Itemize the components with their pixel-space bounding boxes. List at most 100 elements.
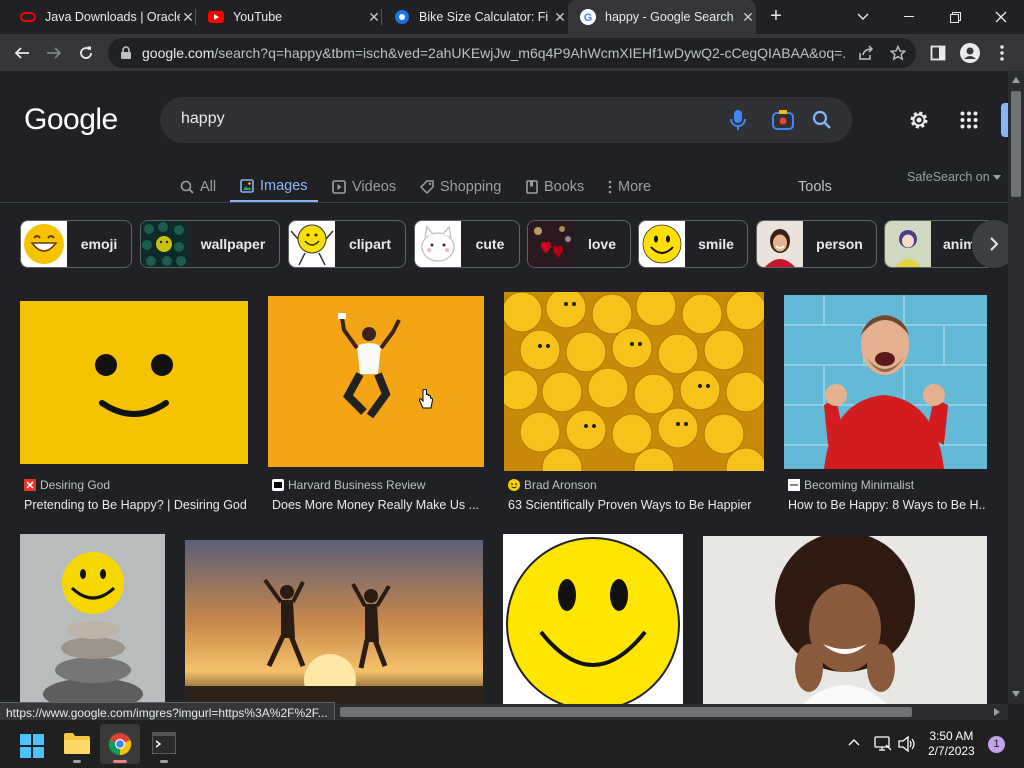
hbr-favicon	[272, 479, 284, 491]
result-image-yellow-smiley[interactable]	[20, 301, 248, 464]
restore-button[interactable]	[932, 0, 978, 34]
result-image-classic-smiley[interactable]	[503, 534, 683, 704]
result-image-jumping-man[interactable]	[268, 296, 484, 467]
chrome-taskbar-button[interactable]	[100, 724, 140, 764]
browser-menu-icon[interactable]	[990, 41, 1014, 65]
love-thumbnail	[528, 221, 574, 267]
close-tab-icon[interactable]: ✕	[180, 9, 196, 26]
result-source[interactable]: Brad Aronson	[508, 478, 597, 492]
tab-google-search[interactable]: G happy - Google Search ✕	[568, 0, 756, 34]
close-tab-icon[interactable]: ✕	[366, 9, 382, 26]
image-icon	[240, 178, 254, 193]
forward-arrow-icon[interactable]	[42, 41, 66, 65]
google-icon: G	[580, 9, 596, 25]
tab-search-chevron-icon[interactable]	[840, 0, 886, 34]
side-panel-icon[interactable]	[926, 41, 950, 65]
browser-toolbar: google.com/search?q=happy&tbm=isch&ved=2…	[0, 34, 1024, 71]
share-icon[interactable]	[858, 45, 874, 61]
chip-smile[interactable]: smile	[638, 220, 748, 268]
notification-badge[interactable]: 1	[988, 736, 1005, 753]
network-icon[interactable]	[874, 736, 892, 752]
system-clock[interactable]: 3:50 AM 2/7/2023	[928, 729, 975, 759]
chrome-icon	[108, 733, 132, 756]
horizontal-scroll-thumb[interactable]	[340, 707, 912, 717]
tools-button[interactable]: Tools	[798, 171, 832, 203]
tab-youtube[interactable]: YouTube ✕	[196, 0, 382, 34]
tab-bike-size-calculator[interactable]: Bike Size Calculator: Fi ✕	[382, 0, 568, 34]
file-explorer-icon[interactable]	[64, 732, 90, 763]
tab-label: Images	[260, 177, 308, 194]
excited-man-image	[784, 295, 987, 469]
tab-shopping[interactable]: Shopping	[420, 171, 501, 203]
close-window-button[interactable]	[978, 0, 1024, 34]
chip-cute[interactable]: cute	[414, 220, 520, 268]
settings-gear-icon[interactable]	[908, 109, 930, 131]
reload-icon[interactable]	[74, 41, 98, 65]
safesearch-label: SafeSearch on	[907, 170, 990, 184]
brad-aronson-favicon	[508, 479, 520, 491]
sunset-jump-image	[185, 540, 483, 704]
result-source[interactable]: Harvard Business Review	[272, 478, 425, 492]
result-image-smiling-woman[interactable]	[703, 536, 987, 704]
close-tab-icon[interactable]: ✕	[740, 9, 756, 26]
back-arrow-icon[interactable]	[10, 41, 34, 65]
address-bar[interactable]: google.com/search?q=happy&tbm=isch&ved=2…	[108, 38, 916, 68]
result-title[interactable]: Pretending to Be Happy? | Desiring God	[24, 498, 248, 512]
vertical-scroll-thumb[interactable]	[1011, 91, 1021, 197]
volume-icon[interactable]	[898, 736, 916, 752]
result-title[interactable]: How to Be Happy: 8 Ways to Be H...	[788, 498, 986, 512]
tab-more[interactable]: More	[608, 171, 651, 203]
google-apps-grid-icon[interactable]	[960, 111, 978, 129]
chip-clipart[interactable]: clipart	[288, 220, 406, 268]
search-input[interactable]: happy	[181, 110, 225, 128]
result-source[interactable]: Becoming Minimalist	[788, 478, 914, 492]
result-image-sunset-jump[interactable]	[185, 540, 483, 704]
tab-books[interactable]: Books	[526, 171, 584, 203]
windows-start-icon[interactable]	[20, 734, 44, 763]
chip-wallpaper[interactable]: wallpaper	[140, 220, 280, 268]
scroll-up-arrow-icon[interactable]	[1012, 77, 1020, 83]
chip-person[interactable]: person	[756, 220, 877, 268]
clipart-thumbnail	[289, 221, 335, 267]
chips-next-button[interactable]	[972, 220, 1008, 268]
tab-all[interactable]: All	[180, 171, 216, 203]
chip-love[interactable]: love	[527, 220, 631, 268]
result-title[interactable]: Does More Money Really Make Us ...	[272, 498, 484, 512]
result-source-name: Desiring God	[40, 478, 111, 492]
result-title[interactable]: 63 Scientifically Proven Ways to Be Happ…	[508, 498, 764, 512]
scroll-right-arrow-icon[interactable]	[994, 708, 1000, 716]
bookmark-star-icon[interactable]	[890, 45, 906, 61]
search-box[interactable]: happy	[160, 97, 852, 143]
result-image-smiley-balls[interactable]	[504, 292, 764, 471]
chip-label: wallpaper	[200, 236, 266, 252]
profile-avatar-icon[interactable]	[958, 41, 982, 65]
close-tab-icon[interactable]: ✕	[552, 9, 568, 26]
safesearch-toggle[interactable]: SafeSearch on	[907, 161, 1001, 193]
result-image-smiley-stones[interactable]	[20, 534, 165, 704]
result-source[interactable]: Desiring God	[24, 478, 110, 492]
tab-label: Videos	[352, 179, 397, 195]
url-text[interactable]: google.com/search?q=happy&tbm=isch&ved=2…	[142, 45, 846, 61]
chip-label: cute	[475, 236, 505, 252]
chip-emoji[interactable]: emoji	[20, 220, 132, 268]
tab-images[interactable]: Images	[230, 171, 318, 203]
show-hidden-icons-chevron-icon[interactable]	[848, 738, 860, 746]
sign-in-button-edge[interactable]	[1001, 103, 1008, 137]
bike-calculator-icon	[395, 10, 409, 24]
minimize-button[interactable]	[886, 0, 932, 34]
google-logo[interactable]: Google	[24, 103, 118, 137]
result-source-name: Becoming Minimalist	[804, 478, 915, 492]
tab-videos[interactable]: Videos	[332, 171, 396, 203]
result-image-excited-man[interactable]	[784, 295, 987, 469]
scroll-down-arrow-icon[interactable]	[1012, 691, 1020, 697]
vertical-scrollbar[interactable]	[1008, 71, 1024, 704]
tab-java-downloads[interactable]: Java Downloads | Oracle ✕	[8, 0, 196, 34]
search-icon[interactable]	[812, 110, 832, 130]
terminal-icon[interactable]	[151, 731, 177, 763]
google-lens-camera-icon[interactable]	[772, 110, 794, 130]
lock-icon[interactable]	[120, 46, 132, 60]
microphone-icon[interactable]	[730, 109, 746, 131]
search-type-tabs: All Images Videos Shopping Books More To…	[0, 170, 1008, 203]
smiling-woman-image	[703, 536, 987, 704]
new-tab-button[interactable]: +	[764, 6, 788, 28]
